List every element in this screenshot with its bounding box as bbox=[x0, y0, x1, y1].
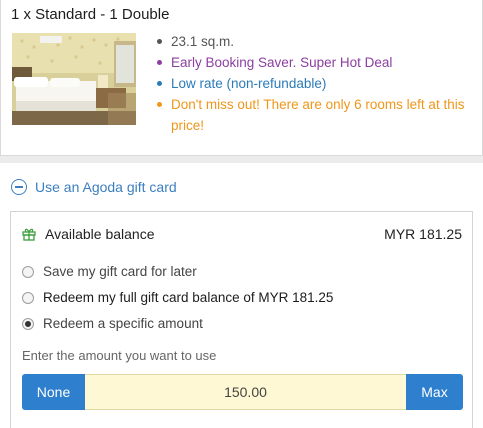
deal-label: Early Booking Saver. Super Hot Deal bbox=[171, 55, 393, 70]
bullet-icon bbox=[157, 60, 162, 65]
bullet-icon bbox=[157, 81, 162, 86]
room-photo[interactable] bbox=[12, 33, 136, 125]
available-balance-amount: MYR 181.25 bbox=[384, 226, 462, 242]
room-size: 23.1 sq.m. bbox=[171, 34, 235, 49]
radio-save-for-later[interactable] bbox=[22, 265, 34, 278]
balance-row: Available balance MYR 181.25 bbox=[22, 226, 462, 242]
gift-card-panel: Available balance MYR 181.25 Save my gif… bbox=[10, 211, 473, 428]
none-button[interactable]: None bbox=[22, 374, 85, 410]
room-title: 1 x Standard - 1 Double bbox=[11, 6, 170, 23]
amount-input[interactable] bbox=[85, 374, 406, 410]
option-save-label[interactable]: Save my gift card for later bbox=[43, 264, 197, 279]
rooms-left-warning: Don't miss out! There are only 6 rooms l… bbox=[171, 97, 465, 133]
rate-label: Low rate (non-refundable) bbox=[171, 76, 327, 91]
gift-card-toggle[interactable]: Use an Agoda gift card bbox=[11, 179, 177, 195]
amount-hint: Enter the amount you want to use bbox=[22, 348, 217, 363]
room-features-list: 23.1 sq.m. Early Booking Saver. Super Ho… bbox=[155, 31, 471, 136]
available-balance-label: Available balance bbox=[45, 226, 155, 242]
section-divider bbox=[0, 156, 483, 163]
amount-input-group: None Max bbox=[22, 374, 463, 410]
radio-redeem-specific[interactable] bbox=[22, 317, 34, 330]
max-button[interactable]: Max bbox=[406, 374, 463, 410]
option-redeem-full[interactable]: Redeem my full gift card balance of MYR … bbox=[22, 290, 333, 305]
list-item: Don't miss out! There are only 6 rooms l… bbox=[155, 94, 471, 136]
option-save-for-later[interactable]: Save my gift card for later bbox=[22, 264, 197, 279]
bullet-icon bbox=[157, 39, 162, 44]
option-full-label[interactable]: Redeem my full gift card balance of MYR … bbox=[43, 290, 333, 305]
gift-icon bbox=[22, 228, 36, 241]
option-specific-label[interactable]: Redeem a specific amount bbox=[43, 316, 203, 331]
list-item: 23.1 sq.m. bbox=[155, 31, 471, 52]
minus-circle-icon[interactable] bbox=[11, 179, 27, 195]
list-item: Early Booking Saver. Super Hot Deal bbox=[155, 52, 471, 73]
gift-card-toggle-label[interactable]: Use an Agoda gift card bbox=[35, 179, 177, 195]
list-item: Low rate (non-refundable) bbox=[155, 73, 471, 94]
radio-redeem-full[interactable] bbox=[22, 291, 34, 304]
option-redeem-specific[interactable]: Redeem a specific amount bbox=[22, 316, 203, 331]
bullet-icon bbox=[157, 102, 162, 107]
room-card: 1 x Standard - 1 Double 23.1 sq.m. Early… bbox=[0, 0, 483, 156]
